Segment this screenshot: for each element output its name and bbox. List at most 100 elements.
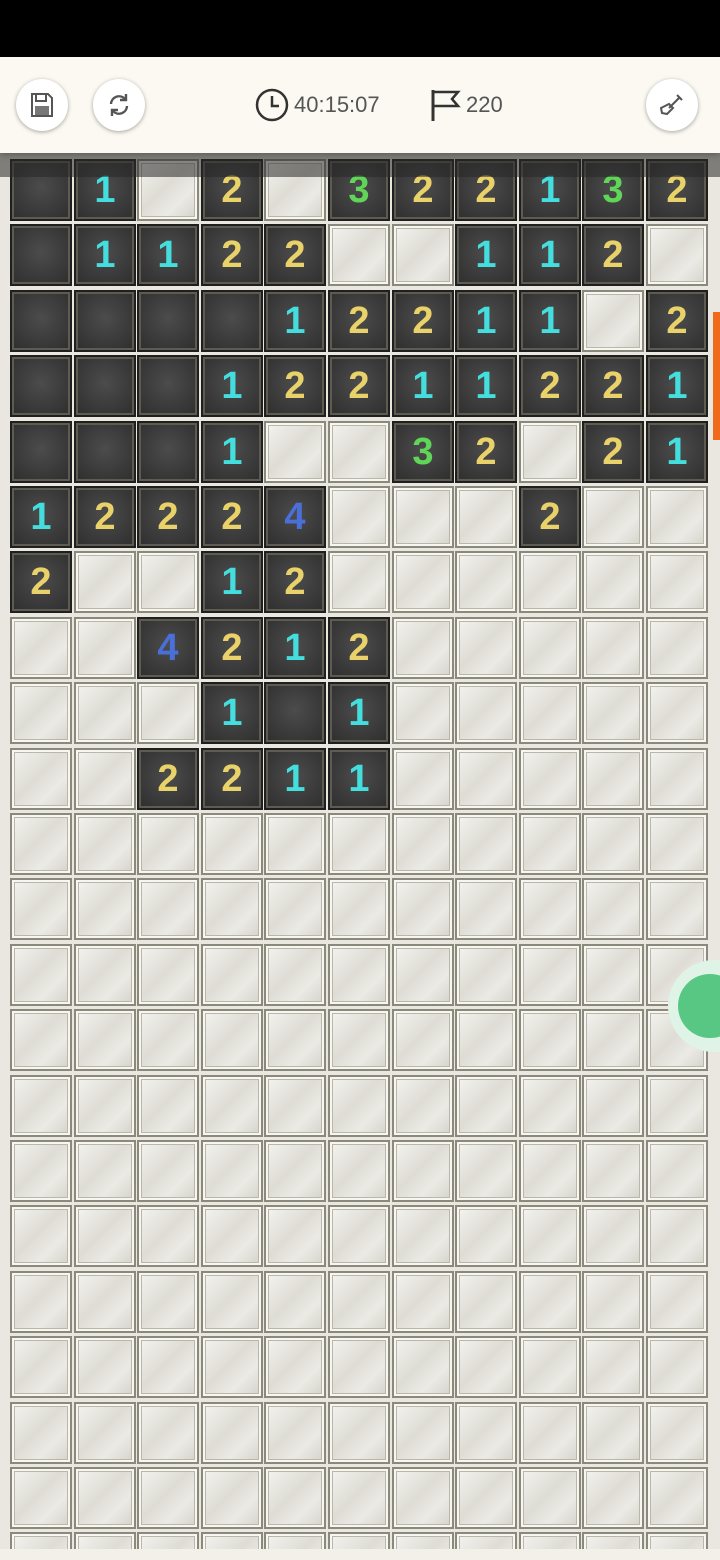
closed-cell[interactable]	[328, 1271, 390, 1333]
closed-cell[interactable]	[455, 1532, 517, 1549]
number-cell[interactable]: 1	[646, 355, 708, 417]
closed-cell[interactable]	[74, 1140, 136, 1202]
number-cell[interactable]: 1	[328, 682, 390, 744]
number-cell[interactable]: 2	[264, 551, 326, 613]
closed-cell[interactable]	[328, 1009, 390, 1071]
tool-toggle-button[interactable]	[646, 79, 698, 131]
number-cell[interactable]: 2	[264, 355, 326, 417]
closed-cell[interactable]	[582, 1140, 644, 1202]
closed-cell[interactable]	[646, 617, 708, 679]
closed-cell[interactable]	[74, 682, 136, 744]
closed-cell[interactable]	[328, 224, 390, 286]
closed-cell[interactable]	[646, 486, 708, 548]
number-cell[interactable]: 2	[455, 421, 517, 483]
closed-cell[interactable]	[455, 1205, 517, 1267]
closed-cell[interactable]	[392, 1271, 454, 1333]
closed-cell[interactable]	[392, 551, 454, 613]
open-empty-cell[interactable]	[74, 290, 136, 352]
closed-cell[interactable]	[646, 878, 708, 940]
closed-cell[interactable]	[201, 1009, 263, 1071]
closed-cell[interactable]	[10, 1532, 72, 1549]
number-cell[interactable]: 2	[201, 617, 263, 679]
number-cell[interactable]: 1	[646, 421, 708, 483]
closed-cell[interactable]	[201, 1402, 263, 1464]
closed-cell[interactable]	[201, 1271, 263, 1333]
closed-cell[interactable]	[201, 878, 263, 940]
closed-cell[interactable]	[455, 748, 517, 810]
closed-cell[interactable]	[582, 944, 644, 1006]
closed-cell[interactable]	[392, 1075, 454, 1137]
closed-cell[interactable]	[519, 1009, 581, 1071]
number-cell[interactable]: 2	[201, 486, 263, 548]
closed-cell[interactable]	[582, 1205, 644, 1267]
closed-cell[interactable]	[519, 944, 581, 1006]
closed-cell[interactable]	[455, 486, 517, 548]
closed-cell[interactable]	[646, 1532, 708, 1549]
closed-cell[interactable]	[201, 944, 263, 1006]
closed-cell[interactable]	[328, 1402, 390, 1464]
closed-cell[interactable]	[392, 944, 454, 1006]
number-cell[interactable]: 2	[74, 486, 136, 548]
closed-cell[interactable]	[328, 944, 390, 1006]
closed-cell[interactable]	[328, 421, 390, 483]
closed-cell[interactable]	[10, 1009, 72, 1071]
closed-cell[interactable]	[392, 224, 454, 286]
closed-cell[interactable]	[582, 813, 644, 875]
closed-cell[interactable]	[137, 682, 199, 744]
open-empty-cell[interactable]	[264, 682, 326, 744]
closed-cell[interactable]	[392, 1467, 454, 1529]
number-cell[interactable]: 1	[328, 748, 390, 810]
closed-cell[interactable]	[519, 1075, 581, 1137]
closed-cell[interactable]	[264, 421, 326, 483]
number-cell[interactable]: 1	[201, 421, 263, 483]
number-cell[interactable]: 2	[582, 421, 644, 483]
closed-cell[interactable]	[264, 1271, 326, 1333]
closed-cell[interactable]	[455, 682, 517, 744]
number-cell[interactable]: 2	[519, 355, 581, 417]
closed-cell[interactable]	[264, 1205, 326, 1267]
closed-cell[interactable]	[328, 1140, 390, 1202]
closed-cell[interactable]	[519, 878, 581, 940]
closed-cell[interactable]	[10, 1402, 72, 1464]
closed-cell[interactable]	[264, 813, 326, 875]
closed-cell[interactable]	[455, 1467, 517, 1529]
closed-cell[interactable]	[74, 551, 136, 613]
closed-cell[interactable]	[264, 1075, 326, 1137]
closed-cell[interactable]	[519, 1336, 581, 1398]
number-cell[interactable]: 2	[519, 486, 581, 548]
closed-cell[interactable]	[74, 1532, 136, 1549]
closed-cell[interactable]	[10, 617, 72, 679]
closed-cell[interactable]	[519, 551, 581, 613]
closed-cell[interactable]	[519, 617, 581, 679]
closed-cell[interactable]	[646, 1336, 708, 1398]
number-cell[interactable]: 1	[10, 486, 72, 548]
closed-cell[interactable]	[328, 1075, 390, 1137]
number-cell[interactable]: 2	[10, 551, 72, 613]
closed-cell[interactable]	[74, 1075, 136, 1137]
number-cell[interactable]: 2	[137, 748, 199, 810]
number-cell[interactable]: 1	[392, 355, 454, 417]
closed-cell[interactable]	[455, 1009, 517, 1071]
closed-cell[interactable]	[582, 878, 644, 940]
number-cell[interactable]: 2	[328, 617, 390, 679]
closed-cell[interactable]	[137, 878, 199, 940]
closed-cell[interactable]	[137, 1467, 199, 1529]
open-empty-cell[interactable]	[10, 290, 72, 352]
closed-cell[interactable]	[519, 748, 581, 810]
closed-cell[interactable]	[582, 1009, 644, 1071]
closed-cell[interactable]	[455, 1336, 517, 1398]
closed-cell[interactable]	[74, 1205, 136, 1267]
closed-cell[interactable]	[582, 1467, 644, 1529]
number-cell[interactable]: 1	[455, 355, 517, 417]
number-cell[interactable]: 2	[328, 355, 390, 417]
closed-cell[interactable]	[582, 748, 644, 810]
number-cell[interactable]: 1	[519, 224, 581, 286]
closed-cell[interactable]	[264, 878, 326, 940]
closed-cell[interactable]	[201, 1336, 263, 1398]
open-empty-cell[interactable]	[74, 355, 136, 417]
closed-cell[interactable]	[201, 1532, 263, 1549]
open-empty-cell[interactable]	[201, 290, 263, 352]
closed-cell[interactable]	[646, 1075, 708, 1137]
closed-cell[interactable]	[10, 813, 72, 875]
closed-cell[interactable]	[137, 1075, 199, 1137]
